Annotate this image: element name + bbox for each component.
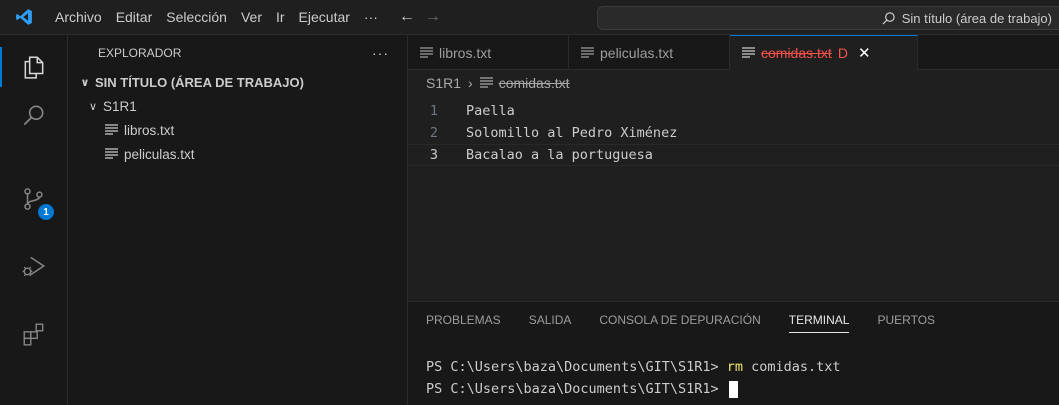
title-bar: Archivo Editar Selección Ver Ir Ejecutar… [0, 0, 1059, 35]
tab-consola-depuracion[interactable]: CONSOLA DE DEPURACIÓN [599, 302, 760, 338]
menu-ejecutar[interactable]: Ejecutar [292, 0, 357, 35]
file-label: peliculas.txt [124, 146, 195, 162]
vscode-logo-icon [0, 0, 48, 35]
tab-terminal[interactable]: TERMINAL [788, 302, 849, 338]
chevron-right-icon: › [468, 75, 473, 91]
navigation-arrows: ← → [399, 8, 441, 26]
menu-ver[interactable]: Ver [234, 0, 269, 35]
bottom-panel: PROBLEMAS SALIDA CONSOLA DE DEPURACIÓN T… [408, 301, 1059, 405]
folder-label: S1R1 [103, 98, 137, 114]
menu-archivo[interactable]: Archivo [48, 0, 109, 35]
tab-problemas[interactable]: PROBLEMAS [426, 302, 501, 338]
text-file-icon [420, 45, 434, 61]
command-center-search[interactable]: Sin título (área de trabajo) [597, 6, 1059, 30]
panel-tabs: PROBLEMAS SALIDA CONSOLA DE DEPURACIÓN T… [408, 302, 1059, 338]
menu-bar: Archivo Editar Selección Ver Ir Ejecutar… [48, 0, 385, 35]
terminal-args: comidas.txt [743, 359, 841, 375]
code-line: 1 Paella [408, 100, 1059, 122]
workspace-root[interactable]: ∨ SIN TÍTULO (ÁREA DE TRABAJO) [68, 70, 407, 94]
breadcrumb-folder[interactable]: S1R1 [426, 75, 461, 91]
text-file-icon [105, 123, 119, 138]
close-icon[interactable]: ✕ [858, 44, 871, 62]
tab-label: comidas.txt [761, 45, 832, 61]
menu-ir[interactable]: Ir [269, 0, 292, 35]
code-editor[interactable]: 1 Paella 2 Solomillo al Pedro Ximénez 3 … [408, 96, 1059, 301]
tab-puertos[interactable]: PUERTOS [877, 302, 935, 338]
run-debug-icon[interactable] [0, 242, 68, 290]
explorer-title: EXPLORADOR [98, 45, 182, 60]
menu-more[interactable]: ··· [357, 0, 385, 35]
terminal-line: PS C:\Users\baza\Documents\GIT\S1R1> [426, 378, 1059, 400]
explorer-header: EXPLORADOR ··· [68, 35, 407, 70]
deleted-status-badge: D [837, 45, 848, 61]
line-number: 3 [429, 147, 438, 163]
source-control-badge: 1 [38, 204, 54, 220]
terminal-command: rm [726, 359, 743, 375]
terminal-line: PS C:\Users\baza\Documents\GIT\S1R1> rm … [426, 356, 1059, 378]
text-file-icon [742, 45, 756, 61]
line-number: 2 [429, 125, 438, 141]
code-line-current: 3 Bacalao a la portuguesa [408, 144, 1059, 166]
file-label: libros.txt [124, 122, 175, 138]
tab-comidas[interactable]: comidas.txt D ✕ [730, 35, 918, 70]
terminal-prompt: PS C:\Users\baza\Documents\GIT\S1R1> [426, 381, 727, 397]
line-number: 1 [429, 103, 438, 119]
activity-bar: 1 [0, 35, 68, 405]
text-file-icon [581, 45, 595, 61]
terminal-cursor [728, 380, 738, 398]
search-icon [882, 11, 895, 25]
terminal-prompt: PS C:\Users\baza\Documents\GIT\S1R1> [426, 359, 727, 375]
line-text: Bacalao a la portuguesa [466, 147, 653, 163]
explorer-sidebar: EXPLORADOR ··· ∨ SIN TÍTULO (ÁREA DE TRA… [68, 35, 408, 405]
workspace-root-label: SIN TÍTULO (ÁREA DE TRABAJO) [95, 74, 304, 90]
editor-tabs: libros.txt peliculas.txt comidas.txt D ✕ [408, 35, 1059, 70]
chevron-down-icon: ∨ [80, 76, 90, 89]
breadcrumb: S1R1 › comidas.txt [408, 70, 1059, 96]
extensions-icon[interactable] [0, 310, 68, 358]
folder-s1r1[interactable]: ∨ S1R1 [68, 94, 407, 118]
explorer-icon[interactable] [0, 43, 68, 91]
tab-label: libros.txt [439, 44, 492, 61]
workspace-title: Sin título (área de trabajo) [901, 10, 1052, 26]
text-file-icon [479, 75, 494, 91]
source-control-icon[interactable]: 1 [0, 175, 68, 223]
search-icon[interactable] [0, 92, 68, 140]
back-arrow-icon[interactable]: ← [399, 8, 415, 26]
forward-arrow-icon[interactable]: → [425, 8, 441, 26]
chevron-down-icon: ∨ [88, 100, 98, 113]
menu-editar[interactable]: Editar [109, 0, 160, 35]
breadcrumb-file[interactable]: comidas.txt [499, 75, 570, 91]
menu-seleccion[interactable]: Selección [159, 0, 234, 35]
tree-item-libros[interactable]: libros.txt [68, 118, 407, 142]
line-text: Paella [466, 103, 515, 119]
explorer-more-button[interactable]: ··· [372, 45, 389, 61]
text-file-icon [105, 147, 119, 162]
tree-item-peliculas[interactable]: peliculas.txt [68, 142, 407, 166]
terminal[interactable]: PS C:\Users\baza\Documents\GIT\S1R1> rm … [408, 338, 1059, 400]
tab-salida[interactable]: SALIDA [529, 302, 572, 338]
tab-label: peliculas.txt [600, 44, 674, 61]
code-line: 2 Solomillo al Pedro Ximénez [408, 122, 1059, 144]
tab-libros[interactable]: libros.txt [408, 35, 569, 70]
line-text: Solomillo al Pedro Ximénez [466, 125, 678, 141]
tab-peliculas[interactable]: peliculas.txt [569, 35, 730, 70]
